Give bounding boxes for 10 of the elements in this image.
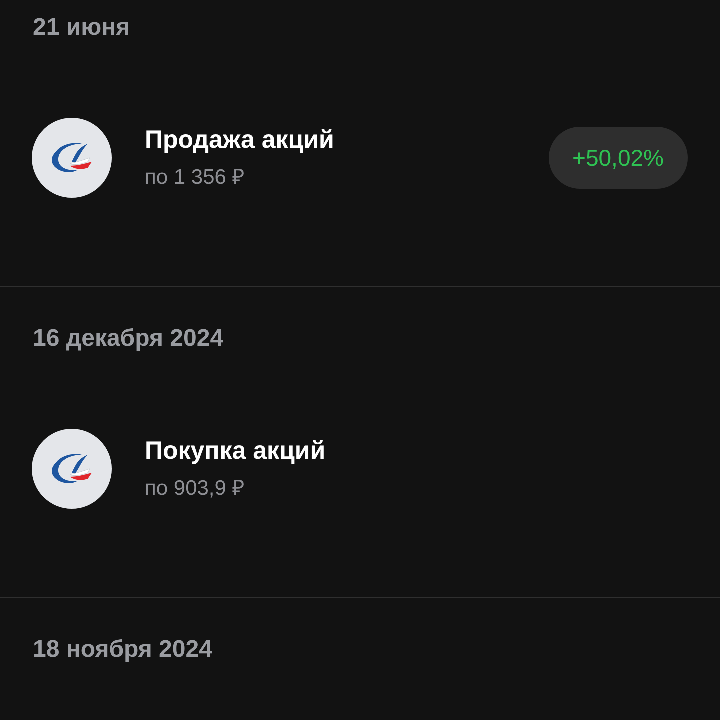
company-logo-icon: [32, 118, 112, 198]
date-heading: 18 ноября 2024: [32, 636, 214, 664]
operation-title: Покупка акций: [145, 436, 327, 466]
operation-price: по 1 356 ₽: [145, 165, 246, 191]
operation-price: по 903,9 ₽: [145, 476, 246, 502]
change-badge: +50,02%: [548, 127, 688, 189]
operation-title: Продажа акций: [145, 125, 336, 155]
date-heading: 16 декабря 2024: [32, 325, 225, 353]
company-logo-icon: [32, 429, 112, 509]
date-heading: 21 июня: [32, 14, 132, 42]
